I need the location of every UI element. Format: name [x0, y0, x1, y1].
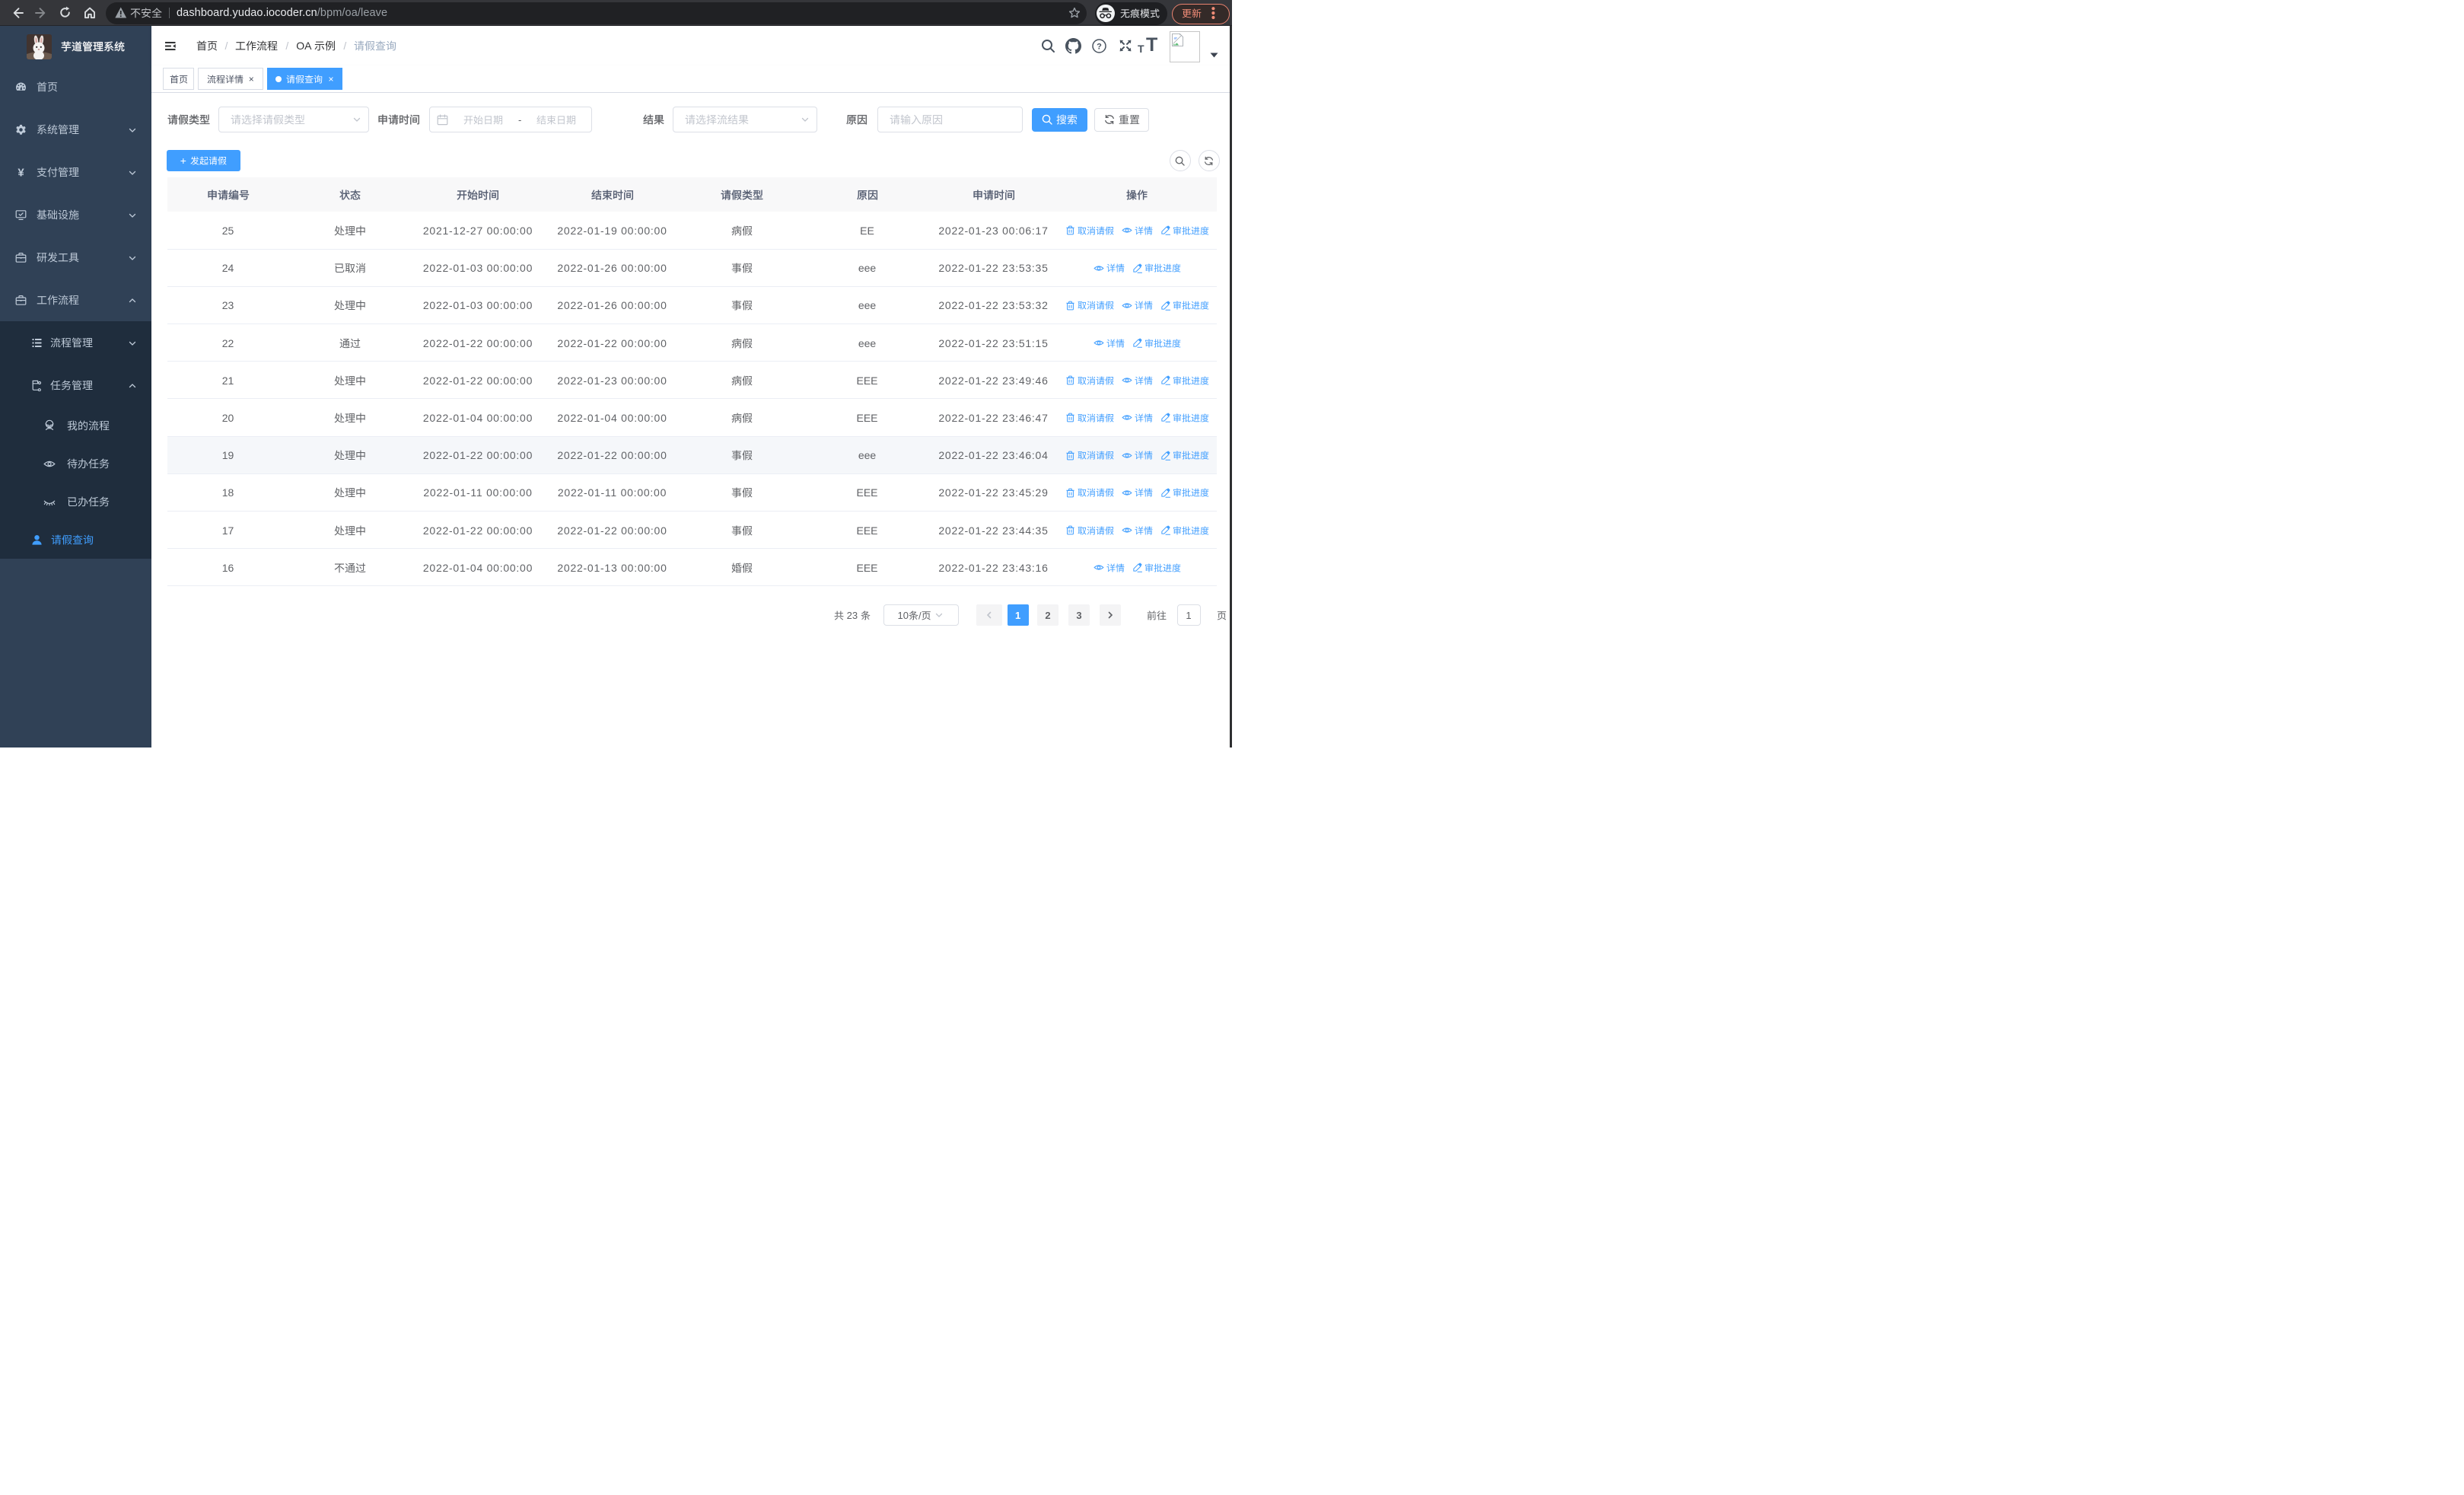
svg-text:?: ? [1097, 43, 1102, 52]
svg-text:¥: ¥ [18, 167, 24, 178]
